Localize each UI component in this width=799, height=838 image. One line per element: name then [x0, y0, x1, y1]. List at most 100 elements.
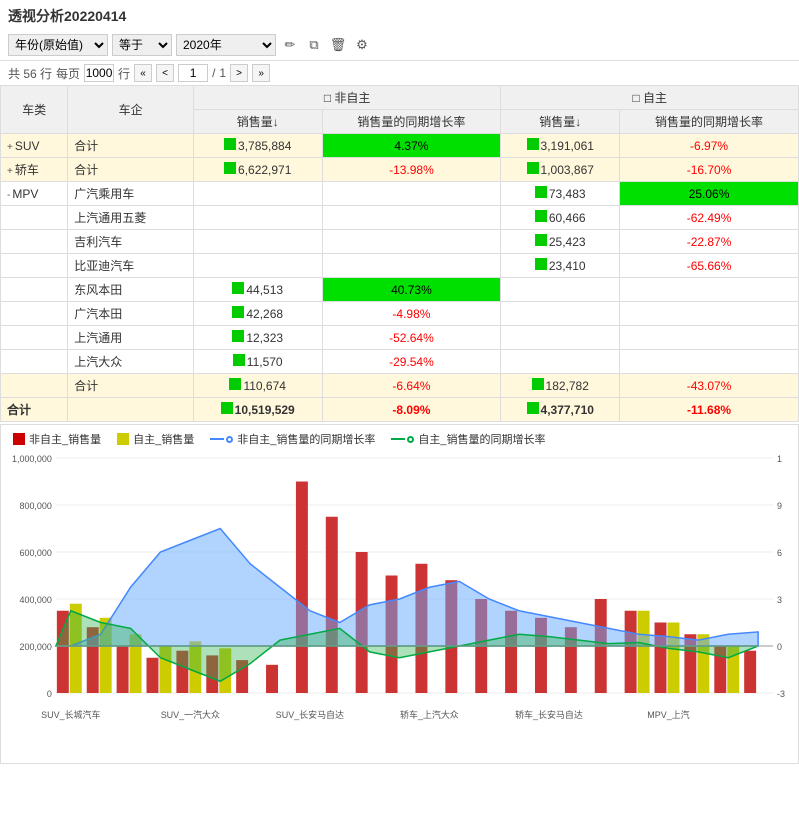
- cell-car-type: [1, 302, 68, 326]
- flag-icon: [532, 378, 544, 390]
- flag-icon: [527, 402, 539, 414]
- operator-select[interactable]: 等于 不等于: [112, 34, 172, 56]
- cell-non-self-growth: -13.98%: [322, 158, 501, 182]
- cell-car-brand: 广汽乘用车: [68, 182, 194, 206]
- current-page-input[interactable]: [178, 64, 208, 82]
- cell-self-sales: 3,191,061: [501, 134, 620, 158]
- svg-text:轿车_长安马自达: 轿车_长安马自达: [515, 709, 583, 720]
- grand-total-s-sales: 4,377,710: [501, 398, 620, 422]
- svg-text:9: 9: [777, 501, 782, 511]
- flag-icon: [535, 258, 547, 270]
- cell-self-growth: -6.97%: [620, 134, 799, 158]
- svg-text:3: 3: [777, 595, 782, 605]
- cell-non-self-growth: -52.64%: [322, 326, 501, 350]
- cell-self-growth: -22.87%: [620, 230, 799, 254]
- grand-total-label: 合计: [1, 398, 68, 422]
- cell-non-self-sales: [193, 230, 322, 254]
- legend-item: 自主_销售量: [117, 431, 194, 447]
- flag-icon: [535, 186, 547, 198]
- cell-car-brand: 合计: [68, 134, 194, 158]
- cell-self-growth: [620, 326, 799, 350]
- cell-non-self-sales: [193, 182, 322, 206]
- col-car-brand: 车企: [68, 86, 194, 134]
- value-select[interactable]: 2020年 2019年 2021年: [176, 34, 276, 56]
- svg-text:600,000: 600,000: [19, 548, 51, 558]
- settings-icon[interactable]: ⚙: [352, 35, 372, 55]
- cell-self-sales: 60,466: [501, 206, 620, 230]
- cell-car-brand: 合计: [68, 374, 194, 398]
- cell-non-self-growth: -6.64%: [322, 374, 501, 398]
- legend-circle: [407, 436, 414, 443]
- total-pages: 1: [219, 66, 226, 80]
- flag-icon: [232, 330, 244, 342]
- delete-icon[interactable]: 🗑: [328, 35, 348, 55]
- col-car-type: 车类: [1, 86, 68, 134]
- flag-icon: [221, 402, 233, 414]
- cell-car-brand: 上汽大众: [68, 350, 194, 374]
- cell-non-self-sales: [193, 206, 322, 230]
- flag-icon: [527, 138, 539, 150]
- svg-text:0: 0: [47, 689, 52, 699]
- prev-page-btn[interactable]: <: [156, 64, 174, 82]
- cell-car-type: -MPV: [1, 182, 68, 206]
- legend-label: 非自主_销售量: [29, 431, 101, 447]
- grand-total-s-growth: -11.68%: [620, 398, 799, 422]
- cell-car-type: +轿车: [1, 158, 68, 182]
- cell-car-brand: 东风本田: [68, 278, 194, 302]
- page-separator: /: [212, 66, 215, 80]
- flag-icon: [229, 378, 241, 390]
- cell-car-brand: 合计: [68, 158, 194, 182]
- cell-car-type: +SUV: [1, 134, 68, 158]
- legend-item: 自主_销售量的同期增长率: [391, 431, 545, 447]
- copy-icon[interactable]: ⧉: [304, 35, 324, 55]
- svg-text:6: 6: [777, 548, 782, 558]
- cell-non-self-growth: 40.73%: [322, 278, 501, 302]
- cell-car-brand: 吉利汽车: [68, 230, 194, 254]
- cell-car-brand: 上汽通用: [68, 326, 194, 350]
- cell-self-sales: 23,410: [501, 254, 620, 278]
- cell-self-sales: 73,483: [501, 182, 620, 206]
- col-self-header: □ 自主: [501, 86, 799, 110]
- cell-non-self-sales: 110,674: [193, 374, 322, 398]
- cell-self-growth: [620, 278, 799, 302]
- next-page-btn[interactable]: >: [230, 64, 248, 82]
- cell-non-self-sales: 3,785,884: [193, 134, 322, 158]
- cell-car-brand: 广汽本田: [68, 302, 194, 326]
- flag-icon: [527, 162, 539, 174]
- col-self-sales: 销售量↓: [501, 110, 620, 134]
- flag-icon: [535, 210, 547, 222]
- expand-icon[interactable]: +: [7, 166, 13, 177]
- svg-text:800,000: 800,000: [19, 501, 51, 511]
- svg-text:400,000: 400,000: [19, 595, 51, 605]
- cell-self-sales: 25,423: [501, 230, 620, 254]
- cell-car-type: [1, 278, 68, 302]
- cell-non-self-sales: 42,268: [193, 302, 322, 326]
- legend-circle: [226, 436, 233, 443]
- col-non-self-growth: 销售量的同期增长率: [322, 110, 501, 134]
- cell-non-self-growth: -29.54%: [322, 350, 501, 374]
- col-non-self-header: □ 非自主: [193, 86, 500, 110]
- expand-icon[interactable]: -: [7, 190, 10, 201]
- grand-total-ns-growth: -8.09%: [322, 398, 501, 422]
- per-page-input[interactable]: [84, 64, 114, 82]
- flag-icon: [224, 162, 236, 174]
- edit-icon[interactable]: ✏: [280, 35, 300, 55]
- svg-text:-3: -3: [777, 689, 785, 699]
- cell-self-sales: [501, 302, 620, 326]
- cell-self-growth: 25.06%: [620, 182, 799, 206]
- rows-label: 行: [118, 65, 130, 82]
- cell-self-growth: [620, 350, 799, 374]
- first-page-btn[interactable]: «: [134, 64, 152, 82]
- col-non-self-sales: 销售量↓: [193, 110, 322, 134]
- svg-text:SUV_长城汽车: SUV_长城汽车: [41, 709, 100, 720]
- cell-car-type: [1, 326, 68, 350]
- cell-non-self-sales: [193, 254, 322, 278]
- legend-color: [117, 433, 129, 445]
- last-page-btn[interactable]: »: [252, 64, 270, 82]
- cell-self-growth: [620, 302, 799, 326]
- field-select[interactable]: 年份(原始值): [8, 34, 108, 56]
- expand-icon[interactable]: +: [7, 142, 13, 153]
- cell-non-self-growth: [322, 254, 501, 278]
- data-table: 车类 车企 □ 非自主 □ 自主 销售量↓ 销售量的同期增长率 销售量↓ 销售量…: [0, 85, 799, 422]
- cell-self-growth: -65.66%: [620, 254, 799, 278]
